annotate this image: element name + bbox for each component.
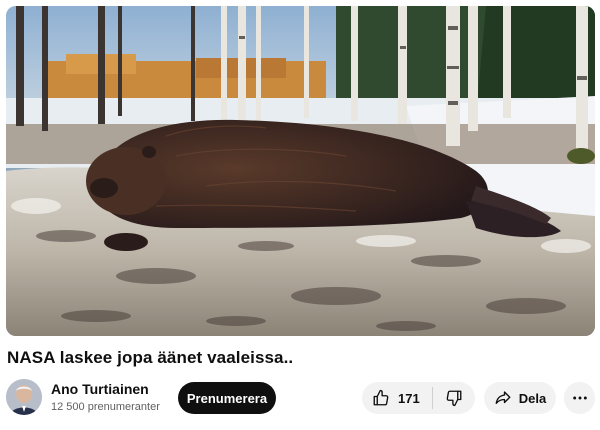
channel-avatar[interactable] bbox=[6, 379, 42, 415]
subscriber-count: 12 500 prenumeranter bbox=[51, 401, 160, 413]
more-horizontal-icon bbox=[572, 390, 588, 406]
video-page: NASA laskee jopa äänet vaaleissa.. Ano T… bbox=[0, 0, 600, 430]
like-dislike-group: 171 bbox=[362, 382, 475, 414]
like-count: 171 bbox=[398, 390, 420, 406]
channel-name[interactable]: Ano Turtiainen bbox=[51, 381, 149, 397]
avatar-image bbox=[6, 379, 42, 415]
subscribe-button[interactable]: Prenumerera bbox=[178, 382, 276, 414]
like-button[interactable]: 171 bbox=[362, 382, 432, 414]
thumbs-up-icon bbox=[372, 389, 390, 407]
share-arrow-icon bbox=[494, 389, 512, 407]
more-actions-button[interactable] bbox=[564, 382, 595, 414]
dislike-button[interactable] bbox=[433, 382, 475, 414]
video-player[interactable] bbox=[6, 6, 595, 336]
share-label: Dela bbox=[518, 390, 547, 406]
thumbs-down-icon bbox=[445, 389, 463, 407]
share-button[interactable]: Dela bbox=[484, 382, 556, 414]
video-frame-image bbox=[6, 6, 595, 336]
video-title: NASA laskee jopa äänet vaaleissa.. bbox=[7, 348, 294, 367]
